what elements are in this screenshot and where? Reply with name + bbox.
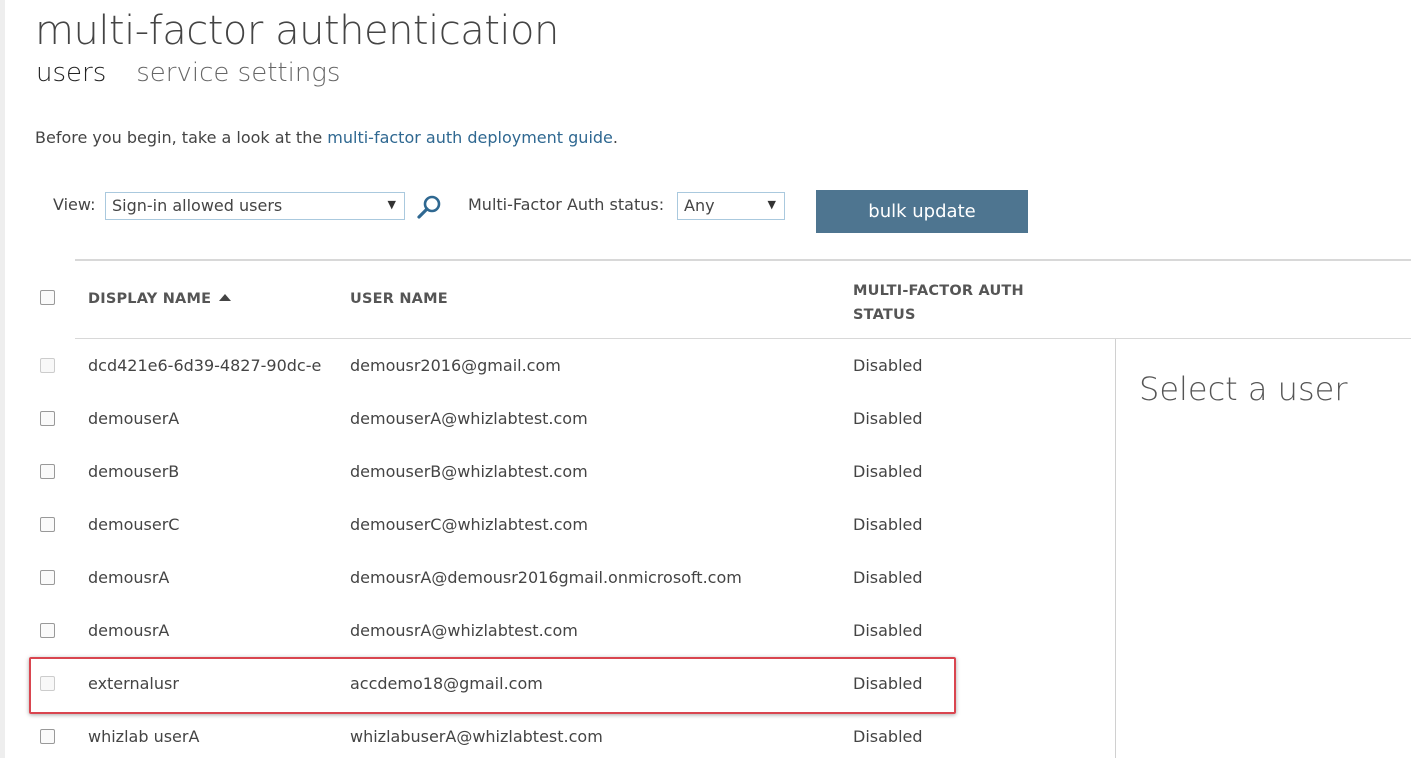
row-mfa-status: Disabled bbox=[853, 409, 923, 428]
row-mfa-status: Disabled bbox=[853, 674, 923, 693]
column-header-mfa-status[interactable]: MULTI-FACTOR AUTH STATUS bbox=[853, 279, 1024, 327]
bulk-update-button[interactable]: bulk update bbox=[816, 190, 1028, 233]
row-user-name: demousrA@demousr2016gmail.onmicrosoft.co… bbox=[350, 568, 742, 587]
tab-bar: users service settings bbox=[36, 58, 340, 88]
column-header-mfa-status-line2: STATUS bbox=[853, 307, 916, 323]
sort-ascending-icon bbox=[219, 294, 232, 301]
filter-bar: View: Sign-in allowed users ▼ Multi-Fact… bbox=[53, 190, 1033, 234]
deployment-guide-link[interactable]: multi-factor auth deployment guide bbox=[327, 128, 613, 147]
tab-users[interactable]: users bbox=[36, 58, 106, 88]
row-user-name: demousrA@whizlabtest.com bbox=[350, 621, 578, 640]
select-all-checkbox[interactable] bbox=[40, 290, 55, 305]
row-checkbox[interactable] bbox=[40, 623, 55, 638]
intro-text: Before you begin, take a look at the mul… bbox=[35, 128, 618, 147]
page-title: multi-factor authentication bbox=[35, 8, 559, 54]
row-checkbox[interactable] bbox=[40, 464, 55, 479]
row-display-name: whizlab userA bbox=[88, 727, 200, 746]
column-header-user-name[interactable]: USER NAME bbox=[350, 291, 448, 307]
view-select-value: Sign-in allowed users bbox=[112, 196, 283, 215]
row-user-name: accdemo18@gmail.com bbox=[350, 674, 543, 693]
intro-suffix: . bbox=[612, 128, 618, 147]
table-row[interactable]: dcd421e6-6d39-4827-90dc-e demousr2016@gm… bbox=[0, 356, 1110, 409]
mfa-status-select-value: Any bbox=[684, 196, 715, 215]
table-row[interactable]: whizlab userA whizlabuserA@whizlabtest.c… bbox=[0, 727, 1110, 758]
row-user-name: demousr2016@gmail.com bbox=[350, 356, 561, 375]
row-checkbox[interactable] bbox=[40, 517, 55, 532]
row-display-name: demousrA bbox=[88, 568, 170, 587]
column-header-display-name-label: DISPLAY NAME bbox=[88, 291, 212, 307]
row-checkbox[interactable] bbox=[40, 570, 55, 585]
row-display-name: externalusr bbox=[88, 674, 179, 693]
row-checkbox bbox=[40, 358, 55, 373]
row-display-name: dcd421e6-6d39-4827-90dc-e bbox=[88, 356, 322, 375]
row-user-name: demouserA@whizlabtest.com bbox=[350, 409, 588, 428]
intro-prefix: Before you begin, take a look at the bbox=[35, 128, 328, 147]
row-display-name: demouserB bbox=[88, 462, 180, 481]
table-header-top-rule bbox=[75, 259, 1411, 261]
detail-panel-divider bbox=[1115, 339, 1116, 758]
detail-panel-placeholder: Select a user bbox=[1139, 370, 1348, 408]
row-display-name: demousrA bbox=[88, 621, 170, 640]
column-header-display-name[interactable]: DISPLAY NAME bbox=[88, 291, 232, 307]
row-mfa-status: Disabled bbox=[853, 621, 923, 640]
chevron-down-icon: ▼ bbox=[767, 198, 776, 211]
view-select[interactable]: Sign-in allowed users ▼ bbox=[105, 192, 405, 220]
tab-service-settings[interactable]: service settings bbox=[136, 58, 340, 88]
table-row[interactable]: demousrA demousrA@demousr2016gmail.onmic… bbox=[0, 568, 1110, 621]
row-user-name: demouserC@whizlabtest.com bbox=[350, 515, 588, 534]
table-header-bottom-rule bbox=[75, 338, 1411, 339]
table-row[interactable]: demouserC demouserC@whizlabtest.com Disa… bbox=[0, 515, 1110, 568]
column-header-mfa-status-line1: MULTI-FACTOR AUTH bbox=[853, 283, 1024, 299]
view-label: View: bbox=[53, 195, 96, 214]
row-checkbox[interactable] bbox=[40, 411, 55, 426]
row-display-name: demouserA bbox=[88, 409, 180, 428]
row-checkbox bbox=[40, 676, 55, 691]
row-checkbox[interactable] bbox=[40, 729, 55, 744]
row-user-name: demouserB@whizlabtest.com bbox=[350, 462, 588, 481]
row-mfa-status: Disabled bbox=[853, 568, 923, 587]
row-user-name: whizlabuserA@whizlabtest.com bbox=[350, 727, 603, 746]
table-row[interactable]: demouserA demouserA@whizlabtest.com Disa… bbox=[0, 409, 1110, 462]
chevron-down-icon: ▼ bbox=[387, 198, 396, 211]
row-display-name: demouserC bbox=[88, 515, 180, 534]
mfa-status-label: Multi-Factor Auth status: bbox=[468, 195, 665, 214]
table-row[interactable]: demouserB demouserB@whizlabtest.com Disa… bbox=[0, 462, 1110, 515]
table-row[interactable]: externalusr accdemo18@gmail.com Disabled bbox=[0, 674, 1110, 727]
row-mfa-status: Disabled bbox=[853, 356, 923, 375]
row-mfa-status: Disabled bbox=[853, 462, 923, 481]
row-mfa-status: Disabled bbox=[853, 515, 923, 534]
search-icon[interactable] bbox=[416, 193, 444, 221]
row-mfa-status: Disabled bbox=[853, 727, 923, 746]
mfa-status-select[interactable]: Any ▼ bbox=[677, 192, 785, 220]
table-row[interactable]: demousrA demousrA@whizlabtest.com Disabl… bbox=[0, 621, 1110, 674]
